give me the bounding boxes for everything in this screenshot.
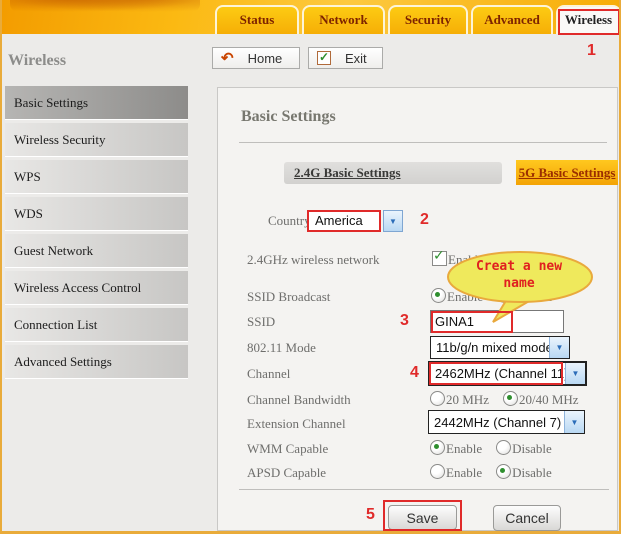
home-button-label: Home	[248, 51, 283, 66]
sidebar-item-guest-network[interactable]: Guest Network	[5, 234, 188, 268]
extension-channel-select[interactable]: 2442MHz (Channel 7) ▼	[428, 410, 585, 434]
save-button[interactable]: Save	[388, 505, 457, 530]
ssid-broadcast-label: SSID Broadcast	[247, 289, 330, 305]
country-select[interactable]: America	[307, 210, 381, 232]
page-title: Basic Settings	[241, 108, 336, 126]
sidebar-item-advanced-settings[interactable]: Advanced Settings	[5, 345, 188, 379]
apsd-disable-label: Disable	[512, 465, 552, 480]
bandwidth-20mhz-label: 20 MHz	[446, 392, 489, 407]
channel-select[interactable]: 2462MHz (Channel 11) ▼	[428, 361, 587, 386]
wmm-disable-radio[interactable]	[496, 440, 511, 455]
wireless-network-label: 2.4GHz wireless network	[247, 252, 380, 268]
mode-label: 802.11 Mode	[247, 340, 316, 356]
sidebar-item-wireless-access-control[interactable]: Wireless Access Control	[5, 271, 188, 305]
sidebar-item-wds[interactable]: WDS	[5, 197, 188, 231]
exit-button[interactable]: ✓ Exit	[308, 47, 383, 69]
ssid-label: SSID	[247, 314, 275, 330]
apsd-capable-label: APSD Capable	[247, 465, 326, 481]
wmm-disable-label: Disable	[512, 441, 552, 456]
channel-label: Channel	[247, 366, 290, 382]
subtab-24g-basic-settings[interactable]: 2.4G Basic Settings	[284, 162, 502, 184]
ssid-broadcast-enable-radio[interactable]	[431, 288, 446, 303]
sidebar-item-wireless-security[interactable]: Wireless Security	[5, 123, 188, 157]
tab-security[interactable]: Security	[388, 5, 468, 34]
checkmark-icon: ✓	[433, 248, 445, 264]
callout-bubble-shape	[445, 250, 595, 326]
tab-status[interactable]: Status	[215, 5, 299, 34]
apsd-enable-label: Enable	[446, 465, 482, 480]
sidebar-item-wps[interactable]: WPS	[5, 160, 188, 194]
sidebar-item-connection-list[interactable]: Connection List	[5, 308, 188, 342]
apsd-disable-radio[interactable]	[496, 464, 511, 479]
annotation-step-3: 3	[400, 312, 409, 330]
tab-advanced[interactable]: Advanced	[471, 5, 553, 34]
bandwidth-2040mhz-radio[interactable]	[503, 391, 518, 406]
wmm-capable-label: WMM Capable	[247, 441, 328, 457]
home-button[interactable]: ↶ Home	[212, 47, 300, 69]
divider-bottom	[239, 489, 609, 490]
extension-channel-chevron-down-icon[interactable]: ▼	[564, 411, 584, 433]
callout-bubble	[445, 250, 595, 326]
extension-channel-select-value: 2442MHz (Channel 7)	[429, 415, 564, 430]
tab-network[interactable]: Network	[302, 5, 385, 34]
router-admin-page: Status Network Security Advanced Wireles…	[0, 0, 621, 534]
channel-select-value: 2462MHz (Channel 11)	[430, 366, 565, 381]
exit-button-label: Exit	[345, 51, 367, 66]
sidebar-title: Wireless	[8, 52, 66, 70]
subtab-5g-label: 5G Basic Settings	[519, 165, 616, 180]
wmm-enable-radio[interactable]	[430, 440, 445, 455]
annotation-step-1: 1	[587, 42, 596, 60]
apsd-enable-radio[interactable]	[430, 464, 445, 479]
exit-icon: ✓	[317, 51, 331, 65]
tab-wireless[interactable]: Wireless	[556, 5, 621, 34]
country-chevron-down-icon[interactable]: ▼	[383, 210, 403, 232]
bandwidth-2040mhz-label: 20/40 MHz	[519, 392, 579, 407]
subtab-24g-label: 2.4G Basic Settings	[294, 165, 401, 180]
mode-chevron-down-icon[interactable]: ▼	[549, 337, 569, 358]
bandwidth-20mhz-radio[interactable]	[430, 391, 445, 406]
wmm-enable-label: Enable	[446, 441, 482, 456]
subtab-5g-basic-settings[interactable]: 5G Basic Settings	[516, 160, 618, 185]
mode-select[interactable]: 11b/g/n mixed mode ▼	[430, 336, 570, 359]
divider-top	[239, 142, 607, 143]
extension-channel-label: Extension Channel	[247, 416, 346, 432]
home-icon: ↶	[221, 51, 234, 66]
cancel-button[interactable]: Cancel	[493, 505, 561, 531]
sidebar-item-basic-settings[interactable]: Basic Settings	[5, 86, 188, 120]
channel-bandwidth-label: Channel Bandwidth	[247, 392, 351, 408]
channel-chevron-down-icon[interactable]: ▼	[565, 363, 585, 384]
annotation-step-2: 2	[420, 211, 429, 229]
mode-select-value: 11b/g/n mixed mode	[431, 340, 549, 355]
annotation-step-5: 5	[366, 506, 375, 524]
brand-logo	[10, 0, 200, 12]
annotation-step-4: 4	[410, 364, 419, 382]
